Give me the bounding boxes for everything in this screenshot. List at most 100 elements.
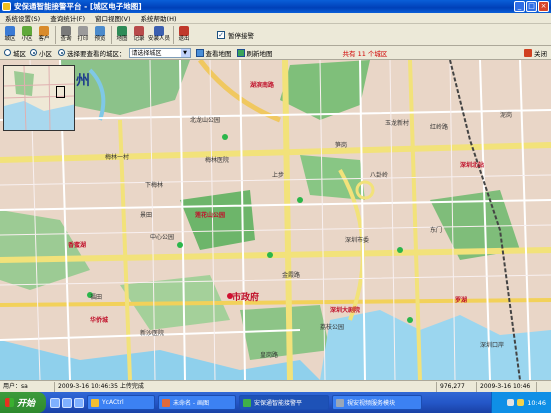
taskbar-item-ycactrl[interactable]: YcACtrl	[87, 395, 155, 410]
map-label: 玉龙新村	[385, 120, 410, 127]
map-label: 州	[76, 73, 90, 89]
radio-community[interactable]	[30, 49, 37, 56]
menu-query-stats[interactable]: 查询统计(F)	[45, 13, 90, 23]
installer-icon	[154, 25, 164, 36]
app-icon	[243, 398, 251, 407]
system-tray: 10:46	[491, 392, 551, 413]
toolbar-city-button[interactable]: 城区	[2, 25, 18, 45]
minimap-viewport[interactable]	[56, 86, 65, 98]
clock[interactable]: 10:46	[527, 399, 546, 407]
map-label: 红岭路	[430, 124, 449, 131]
quick-launch-icon[interactable]	[62, 397, 72, 408]
map-label: 华侨城	[90, 317, 109, 324]
paint-icon	[162, 398, 170, 407]
select-city-prompt: 选择要查看的城区：	[67, 49, 126, 58]
query-icon	[61, 25, 71, 36]
city-map[interactable]: 州 北龙山公园 湖滨南路 梅林一村 梅林医院 中心公园 莲花山公园 市政府 金霞…	[0, 60, 551, 380]
toolbar-community-button[interactable]: 小区	[19, 25, 35, 45]
taskbar: 开始 YcACtrl 未命名 - 画图 安保通智能接警平 視安视频服务模块 10…	[0, 392, 551, 413]
title-bar: 安保通智能接警平台 - [城区电子地图] _ □ ×	[0, 0, 551, 13]
toolbar-separator	[173, 25, 174, 44]
view-map-button[interactable]: 查看地图	[195, 48, 232, 58]
toolbar-preview-button[interactable]: 预览	[92, 25, 108, 45]
toolbar-print-button[interactable]: 打印	[75, 25, 91, 45]
map-label: 梅林医院	[205, 157, 230, 164]
status-event: 2009-3-16 10:46:35 上传完成	[55, 381, 437, 392]
map-label: 泥岗	[500, 112, 513, 119]
status-user: 用户：sa	[0, 381, 55, 392]
city-count: 共有 11 个城区	[342, 49, 388, 58]
toolbar-separator	[55, 25, 56, 44]
exit-icon	[179, 25, 189, 36]
radio-community-label: 小区	[39, 49, 52, 58]
pause-alarm-checkbox[interactable]: ✓	[217, 30, 225, 39]
refresh-icon	[236, 48, 245, 57]
pause-alarm-toggle[interactable]: ✓ 暂停接警	[217, 30, 254, 40]
chevron-down-icon[interactable]: ▼	[180, 48, 190, 57]
status-datetime: 2009-3-16 10:46	[477, 381, 537, 392]
map-control-bar: 城区 小区 选择要查看的城区： 请选择城区 ▼ 查看地图 刷新地图 共有 11 …	[0, 46, 551, 60]
toolbar-customer-button[interactable]: 客户	[36, 25, 52, 45]
menu-system-settings[interactable]: 系统设置(S)	[0, 13, 45, 23]
close-window-button[interactable]: ×	[538, 1, 549, 12]
radio-city[interactable]	[4, 49, 11, 56]
menu-window-view[interactable]: 窗口视图(V)	[90, 13, 136, 23]
map-view-icon	[195, 48, 204, 57]
menu-help[interactable]: 系统帮助(H)	[136, 13, 182, 23]
toolbar-query-button[interactable]: 查询	[58, 25, 74, 45]
overview-minimap[interactable]	[3, 65, 75, 131]
quick-launch	[50, 397, 84, 408]
start-button[interactable]: 开始	[0, 392, 46, 413]
status-coords: 976,277	[437, 381, 477, 392]
select-mode-radio[interactable]	[58, 49, 65, 56]
app-icon	[2, 2, 11, 11]
map-label: 笋岗	[335, 142, 348, 149]
map-label: 景田	[140, 212, 153, 219]
map-label: 新沙医院	[140, 330, 165, 337]
refresh-map-button[interactable]: 刷新地图	[236, 48, 273, 58]
close-icon	[524, 49, 532, 57]
video-icon	[336, 398, 344, 407]
network-icon[interactable]	[507, 399, 515, 406]
taskbar-item-alarm-platform[interactable]: 安保通智能接警平	[239, 395, 329, 410]
map-label: 深圳市委	[345, 237, 370, 244]
map-label: 罗湖	[455, 297, 468, 304]
toolbar-separator	[111, 25, 112, 44]
minimize-button[interactable]: _	[514, 1, 525, 12]
map-label: 下梅林	[145, 182, 164, 189]
menu-bar: 系统设置(S) 查询统计(F) 窗口视图(V) 系统帮助(H)	[0, 13, 551, 24]
status-bar: 用户：sa 2009-3-16 10:46:35 上传完成 976,277 20…	[0, 380, 551, 392]
taskbar-item-video-service[interactable]: 視安视频服务模块	[332, 395, 422, 410]
map-label: 皇岗路	[260, 352, 279, 359]
toolbar-record-button[interactable]: 记录	[131, 25, 147, 45]
folder-icon	[91, 398, 99, 407]
map-label: 深圳北站	[460, 162, 485, 169]
map-canvas	[0, 60, 551, 380]
toolbar-map-button[interactable]: 地图	[114, 25, 130, 45]
windows-logo-icon	[5, 398, 14, 407]
map-label: 莲花山公园	[195, 212, 226, 219]
map-label: 荔枝公园	[320, 324, 345, 331]
city-select[interactable]: 请选择城区 ▼	[128, 47, 191, 58]
quick-launch-icon[interactable]	[50, 397, 60, 408]
toolbar-installer-button[interactable]: 安装人员	[148, 25, 170, 45]
city-icon	[5, 25, 15, 36]
maximize-button[interactable]: □	[526, 1, 537, 12]
window-title: 安保通智能接警平台 - [城区电子地图]	[14, 2, 142, 11]
map-label: 上步	[272, 172, 285, 179]
map-label: 北龙山公园	[190, 117, 221, 124]
quick-launch-icon[interactable]	[74, 397, 84, 408]
toolbar-exit-button[interactable]: 退出	[176, 25, 192, 45]
map-label: 梅林一村	[105, 154, 130, 161]
customer-icon	[39, 25, 49, 36]
taskbar-item-paint[interactable]: 未命名 - 画图	[158, 395, 236, 410]
window-controls: _ □ ×	[514, 1, 549, 12]
minimap-canvas	[4, 66, 74, 130]
radio-city-label: 城区	[13, 49, 26, 58]
community-icon	[22, 25, 32, 36]
print-icon	[78, 25, 88, 36]
close-map-button[interactable]: 关闭	[524, 48, 547, 58]
volume-icon[interactable]	[517, 399, 525, 406]
toolbar: 城区 小区 客户 查询 打印 预览 地图 记录 安装人员 退出 ✓ 暂停接警	[0, 24, 551, 46]
map-label: 中心公园	[150, 234, 175, 241]
